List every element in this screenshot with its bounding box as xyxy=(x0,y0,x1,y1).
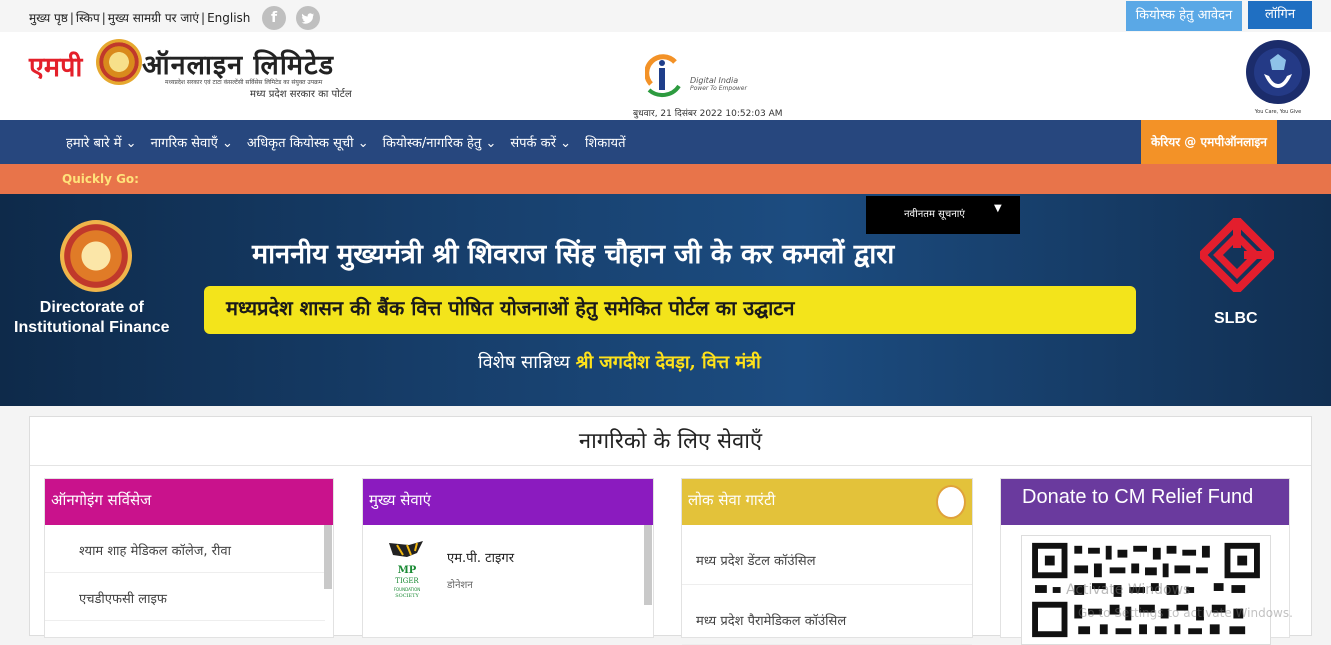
service-subtitle: डोनेशन xyxy=(447,580,473,591)
nav-menu: हमारे बारे में ⌄ नागरिक सेवाएँ ⌄ अधिकृत … xyxy=(66,133,626,151)
main-services-card: मुख्य सेवाएं MP TIGER FOUNDATION SOCIETY… xyxy=(362,478,654,638)
hero-banner[interactable]: Directorate of Institutional Finance मान… xyxy=(0,194,1331,406)
chevron-down-icon: ▼ xyxy=(994,203,1002,214)
nav-item-contact[interactable]: संपर्क करें ⌄ xyxy=(510,133,571,151)
public-service-guarantee-card: लोक सेवा गारंटी मध्य प्रदेश डेंटल कॉउंसि… xyxy=(681,478,973,645)
chevron-down-icon: ⌄ xyxy=(125,136,137,151)
list-item[interactable]: मध्य प्रदेश पैरामेडिकल कॉउंसिल xyxy=(682,589,972,645)
list-item-label: एचडीएफसी लाइफ xyxy=(79,592,167,607)
list-item-label: मध्य प्रदेश डेंटल कॉउंसिल xyxy=(696,554,816,569)
svg-text:SOCIETY: SOCIETY xyxy=(395,593,419,599)
directorate-line2: Institutional Finance xyxy=(14,319,170,336)
mp-tiger-logo-icon: MP TIGER FOUNDATION SOCIETY xyxy=(389,541,423,599)
mp-emblem-icon xyxy=(60,220,132,292)
list-item[interactable]: एचडीएफसी लाइफ xyxy=(45,573,325,621)
scrollbar[interactable] xyxy=(644,525,652,605)
latest-news-label: नवीनतम सूचनाएं xyxy=(904,209,965,220)
card-header: लोक सेवा गारंटी xyxy=(682,479,972,525)
quick-go-bar: Quickly Go: xyxy=(0,164,1331,194)
nav-item-kiosk-citizen[interactable]: कियोस्क/नागरिक हेतु ⌄ xyxy=(383,133,497,151)
logo-text-red[interactable]: एमपी xyxy=(29,47,82,84)
windows-activation-watermark: Activate Windows xyxy=(1066,582,1191,598)
banner-special-line: विशेष सान्निध्य श्री जगदीश देवड़ा, वित्त… xyxy=(478,350,761,374)
slbc-logo-icon xyxy=(1200,218,1274,292)
digital-india-logo-icon xyxy=(645,54,681,98)
main-content-link[interactable]: मुख्य सामग्री पर जाएं xyxy=(108,11,199,25)
service-title: एम.पी. टाइगर xyxy=(447,551,515,566)
nav-item-complaints[interactable]: शिकायतें xyxy=(585,133,626,151)
top-links: मुख्य पृष्ठ | स्किप | मुख्य सामग्री पर जाएं |… xyxy=(29,9,250,26)
latest-news-dropdown[interactable]: नवीनतम सूचनाएं ▼ xyxy=(866,196,1020,234)
special-name: श्री जगदीश देवड़ा, वित्त मंत्री xyxy=(575,352,761,373)
digital-india-tagline: Power To Empower xyxy=(690,85,747,92)
mp-emblem-icon xyxy=(96,39,142,85)
nav-label: अधिकृत कियोस्क सूची xyxy=(246,136,354,151)
facebook-icon[interactable]: f xyxy=(262,6,286,30)
card-header: ऑनगोइंग सर्विसेज xyxy=(45,479,333,525)
slbc-label: SLBC xyxy=(1214,310,1258,327)
chevron-down-icon: ⌄ xyxy=(357,136,369,151)
svg-text:FOUNDATION: FOUNDATION xyxy=(394,587,421,592)
svg-text:MP: MP xyxy=(398,565,417,576)
separator: | xyxy=(69,11,74,25)
twitter-icon[interactable] xyxy=(296,6,320,30)
special-prefix: विशेष सान्निध्य xyxy=(478,352,570,373)
lsg-emblem-icon xyxy=(936,485,966,519)
separator: | xyxy=(201,11,206,25)
logo-tagline: मध्यप्रदेश सरकार एवं टाटा कंसल्टेंसी सर्… xyxy=(165,79,323,86)
windows-activation-hint: Go to Settings to activate Windows. xyxy=(1078,606,1293,620)
english-link[interactable]: English xyxy=(207,11,250,25)
site-header: एमपी ऑनलाइन लिमिटेड मध्यप्रदेश सरकार एवं… xyxy=(0,32,1331,120)
digital-india-text: Digital India xyxy=(690,76,739,85)
card-header: मुख्य सेवाएं xyxy=(363,479,653,525)
home-link[interactable]: मुख्य पृष्ठ xyxy=(29,11,68,25)
skip-link[interactable]: स्किप xyxy=(76,11,100,25)
list-item-label: श्याम शाह मेडिकल कॉलेज, रीवा xyxy=(79,544,231,559)
cm-relief-seal-icon: You Care, You Give xyxy=(1242,38,1314,116)
nav-item-citizen-services[interactable]: नागरिक सेवाएँ ⌄ xyxy=(151,133,233,151)
logo-subtitle: मध्य प्रदेश सरकार का पोर्टल xyxy=(250,89,352,100)
card-title: लोक सेवा गारंटी xyxy=(688,491,776,509)
card-header: Donate to CM Relief Fund xyxy=(1001,479,1289,525)
directorate-label: Directorate of Institutional Finance xyxy=(14,298,170,338)
career-button[interactable]: केरियर @ एमपीऑनलाइन xyxy=(1141,120,1277,164)
divider xyxy=(30,465,1311,466)
directorate-line1: Directorate of xyxy=(39,299,144,316)
chevron-down-icon: ⌄ xyxy=(485,136,497,151)
list-item-label: मध्य प्रदेश पैरामेडिकल कॉउंसिल xyxy=(696,614,847,629)
separator: | xyxy=(101,11,106,25)
banner-highlight-text: मध्यप्रदेश शासन की बैंक वित्त पोषित योजन… xyxy=(226,296,795,320)
svg-text:TIGER: TIGER xyxy=(395,577,419,585)
list-item[interactable]: मध्य प्रदेश डेंटल कॉउंसिल xyxy=(682,529,972,585)
main-navigation: हमारे बारे में ⌄ नागरिक सेवाएँ ⌄ अधिकृत … xyxy=(0,120,1331,164)
nav-label: नागरिक सेवाएँ xyxy=(150,136,218,151)
nav-label: हमारे बारे में xyxy=(66,136,122,151)
logo-text-dark[interactable]: ऑनलाइन लिमिटेड xyxy=(142,45,334,82)
nav-label: संपर्क करें xyxy=(510,136,556,151)
nav-item-kiosk-list[interactable]: अधिकृत कियोस्क सूची ⌄ xyxy=(247,133,369,151)
login-button[interactable]: लॉगिन xyxy=(1248,1,1312,29)
section-title: नागरिको के लिए सेवाएँ xyxy=(578,429,763,454)
banner-headline: माननीय मुख्यमंत्री श्री शिवराज सिंह चौहा… xyxy=(252,239,895,270)
ongoing-services-card: ऑनगोइंग सर्विसेज श्याम शाह मेडिकल कॉलेज,… xyxy=(44,478,334,638)
list-item[interactable]: श्याम शाह मेडिकल कॉलेज, रीवा xyxy=(45,525,325,573)
top-utility-bar: मुख्य पृष्ठ | स्किप | मुख्य सामग्री पर जाएं |… xyxy=(0,0,1331,32)
quick-go-label: Quickly Go: xyxy=(62,172,139,186)
nav-item-about[interactable]: हमारे बारे में ⌄ xyxy=(66,133,137,151)
current-datetime: बुधवार, 21 दिसंबर 2022 10:52:03 AM xyxy=(633,109,783,119)
chevron-down-icon: ⌄ xyxy=(560,136,571,151)
list-item[interactable]: MP TIGER FOUNDATION SOCIETY एम.पी. टाइगर… xyxy=(369,539,651,609)
kiosk-apply-button[interactable]: कियोस्क हेतु आवेदन xyxy=(1126,1,1242,31)
nav-label: कियोस्क/नागरिक हेतु xyxy=(382,136,482,151)
scrollbar[interactable] xyxy=(324,525,332,589)
twitter-bird-icon xyxy=(301,13,314,24)
digital-india-label: Digital India Power To Empower xyxy=(690,76,747,92)
chevron-down-icon: ⌄ xyxy=(221,136,233,151)
seal-caption: You Care, You Give xyxy=(1254,109,1301,115)
